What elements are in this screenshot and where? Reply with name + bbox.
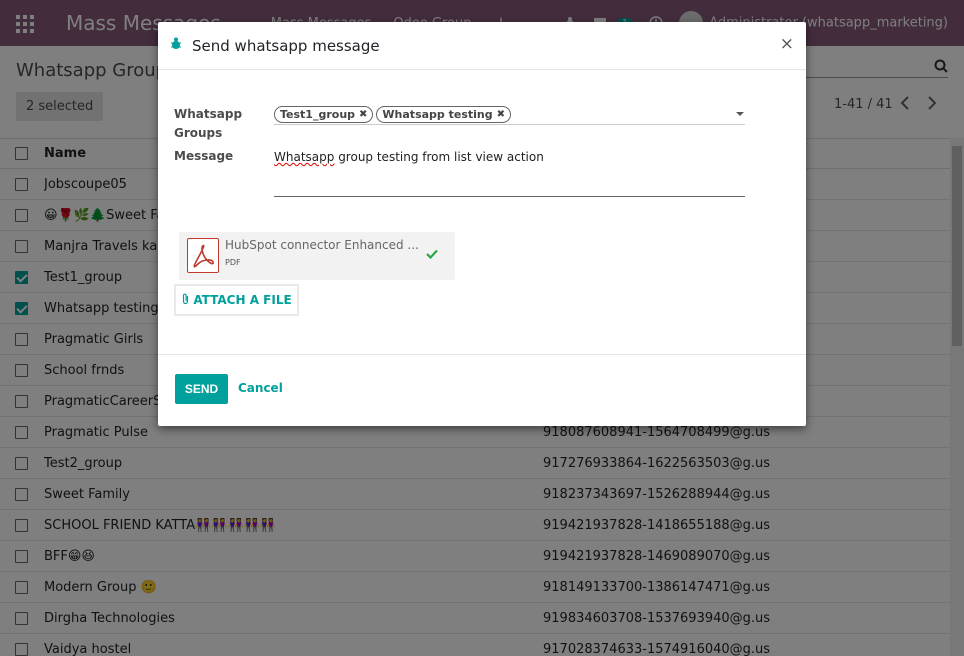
tag-whatsapp-testing: Whatsapp testing ✖ [376, 105, 512, 123]
chevron-down-icon[interactable] [736, 112, 744, 116]
attach-file-label: ATTACH A FILE [193, 293, 292, 307]
close-icon[interactable]: × [780, 34, 794, 54]
message-label: Message [174, 149, 234, 163]
tag-remove-icon[interactable]: ✖ [497, 109, 505, 120]
tag-label: Whatsapp testing [382, 107, 493, 121]
cancel-button[interactable]: Cancel [238, 381, 283, 395]
tag-label: Test1_group [280, 107, 356, 121]
message-text-first-word: Whatsapp [274, 150, 335, 164]
dialog-header: Send whatsapp message [158, 22, 806, 70]
attachment-item[interactable]: HubSpot connector Enhanced ... PDF [179, 232, 455, 280]
attachment-name: HubSpot connector Enhanced ... [225, 238, 419, 252]
groups-label: Whatsapp Groups [174, 107, 243, 140]
tag-test1-group: Test1_group ✖ [274, 105, 374, 123]
send-whatsapp-dialog: Send whatsapp message × Whatsapp Groups … [158, 22, 806, 426]
attach-file-button[interactable]: ATTACH A FILE [174, 284, 299, 316]
attachment-type: PDF [225, 258, 241, 267]
debug-bug-icon[interactable] [170, 37, 182, 54]
message-text: group testing from list view action [334, 150, 544, 164]
whatsapp-groups-field[interactable]: Test1_group ✖ Whatsapp testing ✖ [274, 104, 745, 125]
message-textarea[interactable]: Whatsapp group testing from list view ac… [274, 150, 745, 197]
dialog-title: Send whatsapp message [192, 36, 380, 55]
pdf-file-icon [187, 238, 219, 273]
paperclip-icon [181, 293, 190, 308]
tag-remove-icon[interactable]: ✖ [359, 109, 367, 120]
check-icon [426, 248, 438, 263]
send-button[interactable]: SEND [175, 374, 228, 404]
dialog-footer: SEND Cancel [158, 354, 806, 426]
